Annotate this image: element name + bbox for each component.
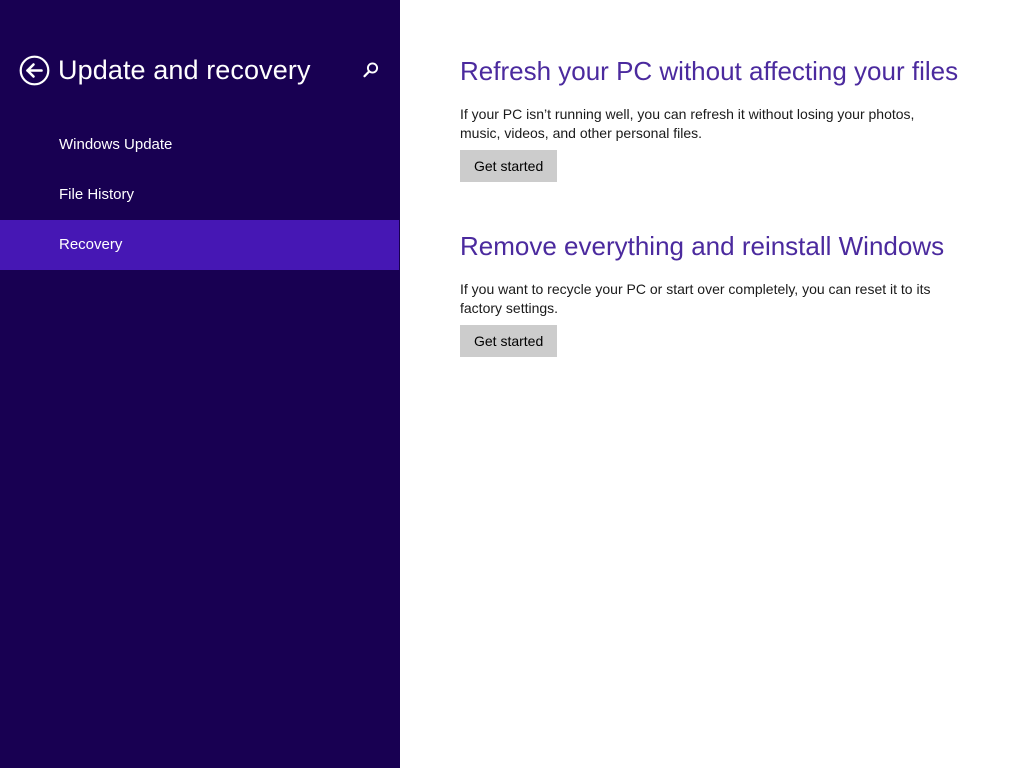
main-content: Refresh your PC without affecting your f…	[460, 0, 980, 768]
back-button[interactable]	[19, 55, 50, 86]
refresh-pc-section: Refresh your PC without affecting your f…	[460, 54, 980, 182]
pc-settings-window: Update and recovery Windows Update File …	[0, 0, 1024, 768]
section-description: If you want to recycle your PC or start …	[460, 281, 931, 316]
section-heading: Refresh your PC without affecting your f…	[460, 56, 959, 86]
page-title: Update and recovery	[58, 55, 311, 85]
sidebar-item-label: File History	[59, 186, 135, 203]
sidebar: Update and recovery Windows Update File …	[0, 0, 400, 768]
refresh-get-started-button[interactable]: Get started	[460, 150, 558, 182]
sidebar-item-file-history[interactable]: File History	[0, 170, 399, 220]
sidebar-item-recovery[interactable]: Recovery	[0, 220, 399, 270]
section-heading: Remove everything and reinstall Windows	[460, 231, 945, 261]
reset-pc-section: Remove everything and reinstall Windows …	[460, 229, 980, 357]
sidebar-nav: Windows Update File History Recovery	[0, 120, 399, 270]
sidebar-item-windows-update[interactable]: Windows Update	[0, 120, 399, 170]
sidebar-item-label: Windows Update	[59, 136, 173, 153]
reset-get-started-button[interactable]: Get started	[460, 325, 558, 357]
back-arrow-icon	[19, 55, 50, 86]
section-description: If your PC isn’t running well, you can r…	[460, 106, 915, 141]
search-icon	[362, 61, 380, 79]
search-button[interactable]	[362, 61, 380, 79]
sidebar-item-label: Recovery	[59, 236, 123, 253]
